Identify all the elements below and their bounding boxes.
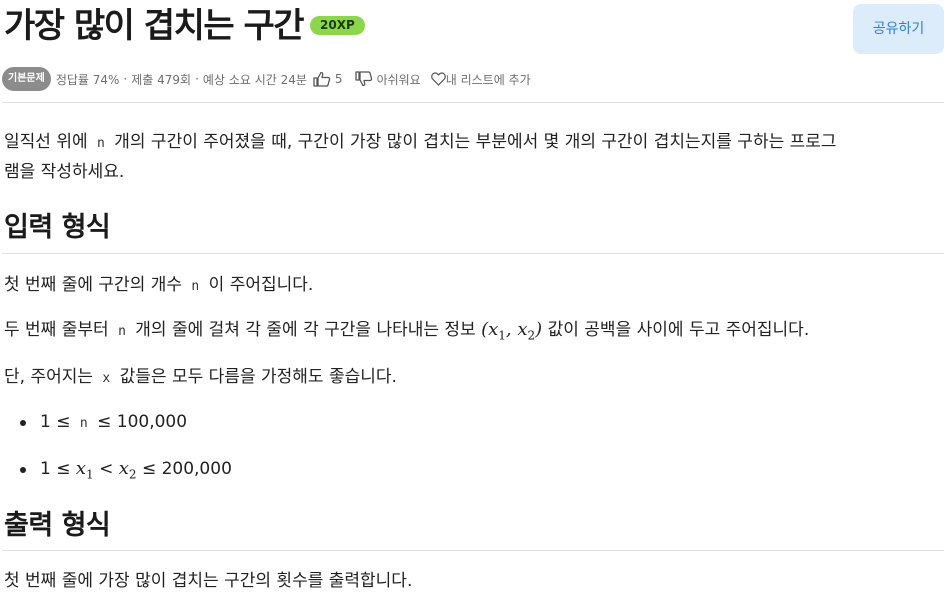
constraint-text: ≤ 100,000	[97, 412, 188, 432]
constraint-text: ≤ 200,000	[141, 459, 232, 479]
input-text: 이 주어집니다.	[208, 275, 314, 295]
constraint-text: 1 ≤	[40, 412, 71, 432]
math-subscript: 1	[86, 467, 94, 482]
separator-dot: ·	[195, 72, 199, 86]
pair-notation: (x1, x2)	[481, 319, 543, 343]
problem-statement: 일직선 위에 n 개의 구간이 주어졌을 때, 구간이 가장 많이 겹치는 부분…	[4, 128, 944, 186]
constraints-list: 1 ≤ n ≤ 100,000 1 ≤ x1 < x2 ≤ 200,000	[18, 409, 232, 488]
like-count: 5	[334, 72, 343, 86]
variable-x: x	[102, 371, 111, 386]
output-format-heading: 출력 형식	[4, 510, 111, 541]
input-text: 개의 줄에 걸쳐 각 줄에 각 구간을 나타내는 정보	[135, 320, 476, 340]
dislike-button[interactable]: 아쉬워요	[354, 71, 421, 88]
like-button[interactable]: 5	[313, 71, 343, 87]
math-token: x	[118, 458, 129, 479]
variable-n: n	[97, 136, 105, 151]
separator-dot: ·	[123, 72, 128, 86]
level-badge: 기본문제	[2, 67, 51, 91]
problem-header: 가장 많이 겹치는 구간 20XP 공유하기 기본문제 정답률 74% · 제출…	[0, 0, 949, 100]
input-line-2: 두 번째 줄부터 n 개의 줄에 걸쳐 각 줄에 각 구간을 나타내는 정보 (…	[4, 317, 809, 349]
constraint-item: 1 ≤ n ≤ 100,000	[18, 409, 232, 437]
add-to-list-button[interactable]: 내 리스트에 추가	[430, 71, 531, 88]
output-divider	[2, 550, 944, 551]
statement-text: 램을 작성하세요.	[4, 162, 125, 182]
math-x2: x2	[118, 458, 137, 482]
statement-text: 개의 구간이 주어졌을 때, 구간이 가장 많이 겹치는 부분에서 몇 개의 구…	[114, 132, 837, 152]
output-line-1: 첫 번째 줄에 가장 많이 겹치는 구간의 횟수를 출력합니다.	[4, 571, 413, 591]
math-token: (x	[481, 319, 499, 340]
input-text: 값이 공백을 사이에 두고 주어집니다.	[547, 320, 810, 340]
accuracy-text: 정답률 74%	[55, 72, 120, 87]
dislike-label: 아쉬워요	[376, 72, 421, 87]
constraint-item: 1 ≤ x1 < x2 ≤ 200,000	[18, 456, 232, 488]
problem-meta: 기본문제 정답률 74% · 제출 479회 · 예상 소요 시간 24분 5 …	[2, 67, 531, 91]
header-divider	[2, 102, 944, 103]
estimated-time: 예상 소요 시간 24분	[202, 72, 307, 87]
math-subscript: 1	[498, 328, 506, 343]
math-token: x	[75, 458, 87, 479]
add-list-label: 내 리스트에 추가	[445, 72, 531, 87]
input-text: 두 번째 줄부터	[4, 320, 109, 340]
math-token: , x	[505, 319, 528, 340]
variable-n: n	[191, 279, 200, 294]
submission-count: 제출 479회	[131, 72, 192, 87]
input-line-1: 첫 번째 줄에 구간의 개수 n 이 주어집니다.	[4, 272, 313, 300]
variable-n: n	[79, 416, 88, 431]
constraint-text: 1 ≤	[40, 459, 71, 479]
input-text: 단, 주어지는	[4, 367, 94, 387]
thumbs-down-icon	[354, 71, 372, 87]
math-token: )	[535, 319, 543, 340]
statement-paragraph: 일직선 위에 n 개의 구간이 주어졌을 때, 구간이 가장 많이 겹치는 부분…	[4, 128, 944, 186]
math-subscript: 2	[128, 467, 137, 482]
input-divider	[2, 253, 944, 254]
input-text: 첫 번째 줄에 구간의 개수	[4, 275, 183, 295]
variable-n: n	[118, 324, 126, 339]
input-text: 값들은 모두 다름을 가정해도 좋습니다.	[119, 367, 397, 387]
xp-badge: 20XP	[310, 16, 365, 35]
problem-title: 가장 많이 겹치는 구간	[4, 6, 305, 46]
math-x1: x1	[75, 458, 94, 482]
statement-text: 일직선 위에	[4, 132, 88, 152]
input-line-3: 단, 주어지는 x 값들은 모두 다름을 가정해도 좋습니다.	[4, 364, 397, 392]
constraint-text: <	[99, 459, 114, 479]
share-button[interactable]: 공유하기	[853, 4, 944, 54]
heart-icon	[430, 72, 446, 86]
input-format-heading: 입력 형식	[4, 212, 111, 243]
thumbs-up-icon	[313, 71, 331, 87]
